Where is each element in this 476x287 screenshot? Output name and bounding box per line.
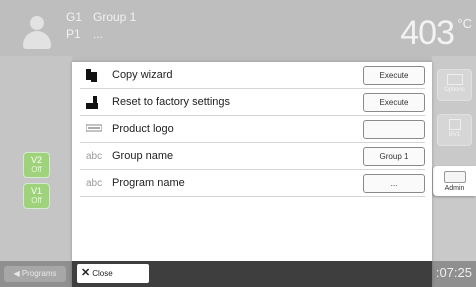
copy-wizard-execute-button[interactable]: Execute <box>363 66 425 85</box>
copy-icon <box>86 69 100 83</box>
row-label: Group name <box>112 150 174 162</box>
reset-icon <box>86 96 100 110</box>
row-group-name: abc Group name Group 1 <box>80 145 425 170</box>
row-label: Copy wizard <box>112 69 173 81</box>
v1-label: V1 <box>30 186 42 196</box>
user-avatar-icon[interactable] <box>20 16 54 50</box>
vacuum-v1-toggle[interactable]: V1 Off <box>23 183 50 209</box>
admin-icon <box>443 171 466 183</box>
program-name: ... <box>93 27 104 41</box>
options-icon <box>446 74 463 85</box>
close-icon: ✕ <box>81 267 91 279</box>
admin-tab[interactable]: Admin <box>433 166 476 196</box>
row-label: Reset to factory settings <box>112 96 230 108</box>
bv1-button[interactable]: BV1 <box>437 114 472 146</box>
text-icon: abc <box>86 178 103 189</box>
vacuum-v2-toggle[interactable]: V2 Off <box>23 152 50 178</box>
close-label: Close <box>92 269 113 278</box>
product-logo-button[interactable] <box>363 120 425 139</box>
header-bar: G1 Group 1 P1 ... 403 °C <box>0 0 476 56</box>
programs-label: Programs <box>21 269 57 278</box>
row-label: Program name <box>112 177 185 189</box>
row-label: Product logo <box>112 123 174 135</box>
reset-execute-button[interactable]: Execute <box>363 93 425 112</box>
right-panel: Options BV1 <box>432 56 476 261</box>
left-panel: V2 Off V1 Off <box>0 56 72 261</box>
chevron-left-icon: ◀ <box>13 269 20 278</box>
options-label: Options <box>444 87 465 93</box>
v2-state: Off <box>31 165 42 174</box>
clock-readout: :07:25 <box>435 265 472 280</box>
bv1-icon <box>448 119 461 130</box>
admin-dialog: Copy wizard Execute Reset to factory set… <box>72 62 432 287</box>
group-code: G1 <box>66 10 83 24</box>
options-button[interactable]: Options <box>437 69 472 101</box>
group-name-button[interactable]: Group 1 <box>363 147 425 166</box>
close-button[interactable]: ✕ Close <box>77 264 149 283</box>
programs-button[interactable]: ◀ Programs <box>4 266 66 282</box>
logo-icon <box>85 123 103 137</box>
v1-state: Off <box>31 196 42 205</box>
text-icon: abc <box>86 151 103 162</box>
row-product-logo: Product logo <box>80 118 425 143</box>
bv1-label: BV1 <box>448 132 461 138</box>
dialog-footer: ✕ Close <box>72 261 432 287</box>
row-copy-wizard: Copy wizard Execute <box>80 64 425 89</box>
admin-label: Admin <box>444 185 465 192</box>
program-code: P1 <box>66 27 81 41</box>
temperature-readout: 403 <box>400 14 455 52</box>
temperature-unit: °C <box>457 16 472 31</box>
program-name-button[interactable]: ... <box>363 174 425 193</box>
group-name: Group 1 <box>93 10 137 24</box>
row-program-name: abc Program name ... <box>80 172 425 197</box>
row-reset-factory: Reset to factory settings Execute <box>80 91 425 116</box>
v2-label: V2 <box>30 155 42 165</box>
